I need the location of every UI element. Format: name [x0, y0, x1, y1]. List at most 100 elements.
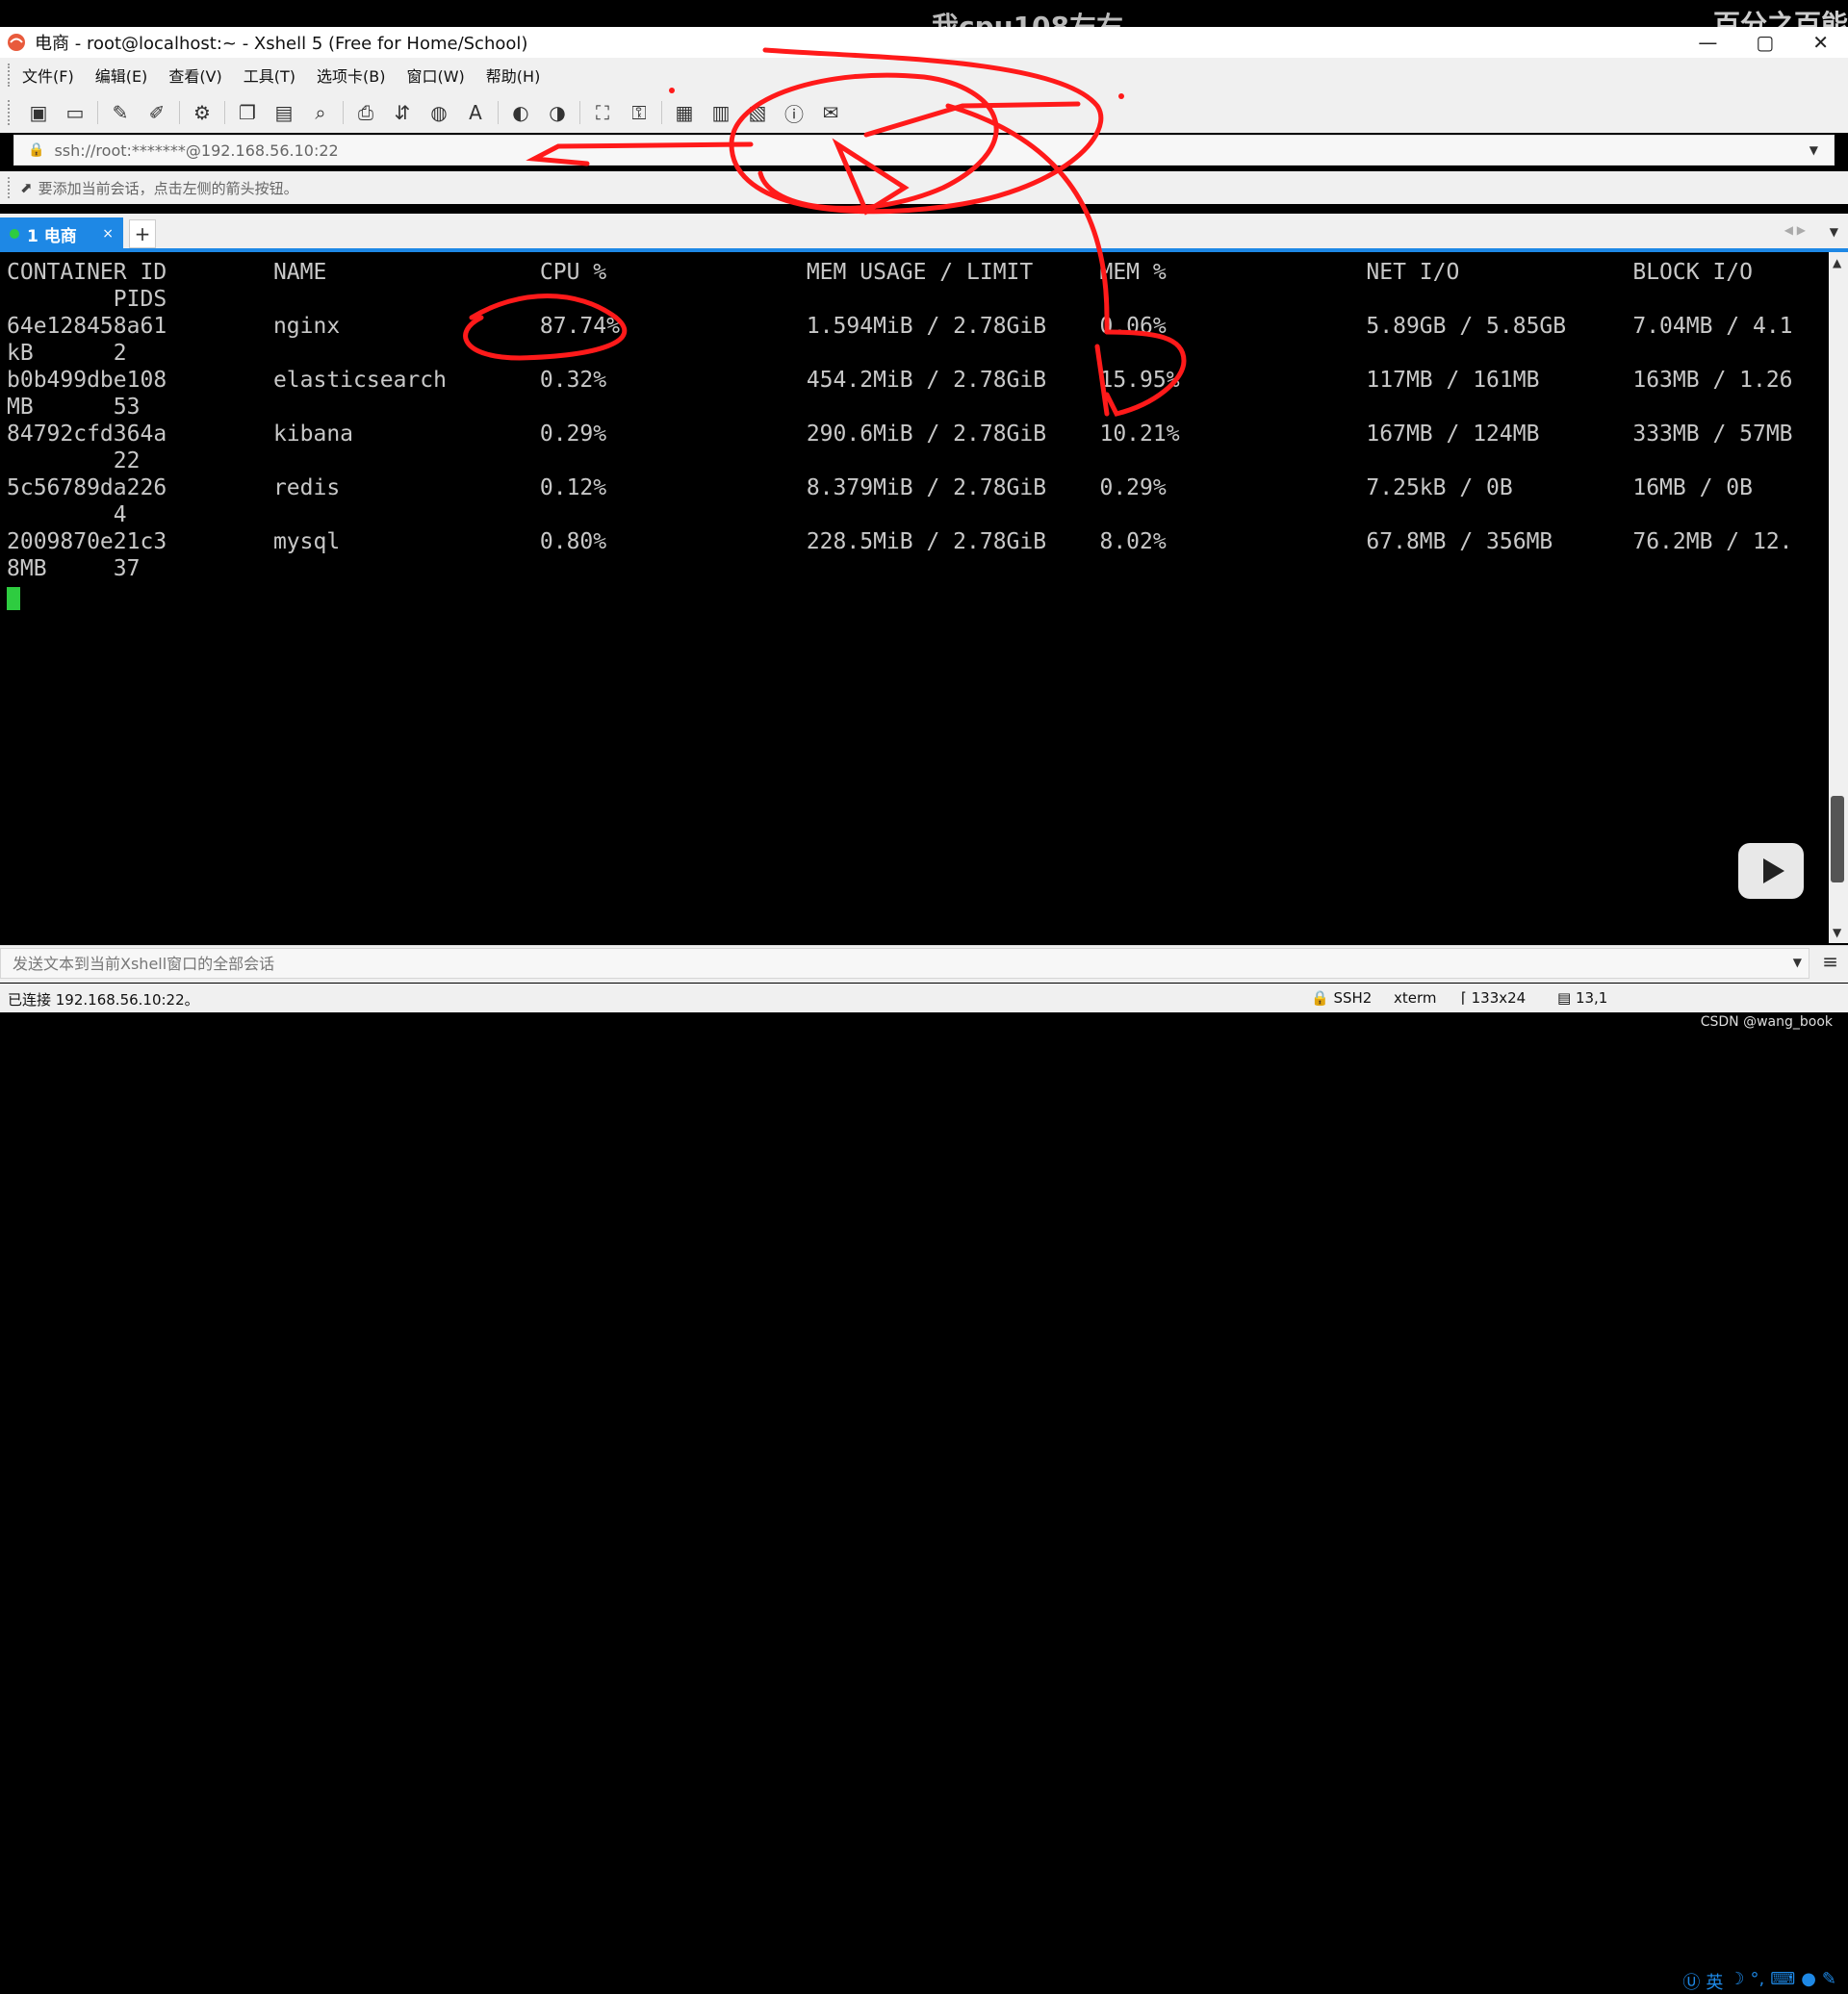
size-label: 133x24 [1471, 989, 1527, 1007]
toolbar-separator [97, 101, 98, 124]
scroll-down-icon[interactable]: ▼ [1833, 926, 1841, 939]
session-hint: 要添加当前会话，点击左侧的箭头按钮。 [38, 179, 298, 197]
cursor-position: ▤ 13,1 [1557, 989, 1607, 1007]
close-button[interactable]: ✕ [1812, 27, 1829, 58]
toolbar-separator [343, 101, 344, 124]
xftp-icon[interactable]: ◐ [508, 100, 533, 125]
toolbar-separator [224, 101, 225, 124]
terminal-line: 84792cfd364a kibana 0.29% 290.6MiB / 2.7… [7, 422, 1793, 447]
user-icon[interactable]: ● [1801, 1969, 1816, 1994]
tab-session-1[interactable]: 1 电商 × [0, 217, 123, 250]
toolbar-separator [498, 101, 499, 124]
send-menu-icon[interactable]: ≡ [1822, 950, 1838, 973]
send-bar: 发送文本到当前Xshell窗口的全部会话 ▼ ≡ [0, 945, 1848, 983]
find-icon[interactable]: ⌕ [308, 100, 333, 125]
terminal-line: PIDS [7, 287, 167, 312]
tile-icon[interactable]: ▧ [745, 100, 770, 125]
tab-scroll-arrows-icon[interactable]: ◀ ▶ [1784, 223, 1806, 237]
terminal-output[interactable]: CONTAINER ID NAME CPU % MEM USAGE / LIMI… [0, 252, 1829, 943]
protocol-lock-icon: 🔒 [1311, 989, 1334, 1007]
protocol-label: SSH2 [1333, 989, 1373, 1007]
font-icon[interactable]: A [463, 100, 488, 125]
ime-language[interactable]: 英 [1706, 1969, 1723, 1994]
session-bar: ⬈ 要添加当前会话，点击左侧的箭头按钮。 [0, 171, 1848, 204]
paste-icon[interactable]: ▤ [271, 100, 296, 125]
disconnect-icon[interactable]: ✐ [144, 100, 169, 125]
menu-window[interactable]: 窗口(W) [406, 64, 464, 87]
toolbar-separator [179, 101, 180, 124]
add-tab-button[interactable]: + [129, 219, 156, 248]
window-controls: — ▢ ✕ [1698, 27, 1848, 58]
print-icon[interactable]: ⎙ [353, 100, 378, 125]
terminal-type: xterm [1394, 989, 1437, 1007]
terminal-line: 5c56789da226 redis 0.12% 8.379MiB / 2.78… [7, 475, 1753, 500]
copy-icon[interactable]: ❐ [235, 100, 260, 125]
window-title: 电商 - root@localhost:~ - Xshell 5 (Free f… [35, 34, 528, 54]
menu-view[interactable]: 查看(V) [168, 64, 221, 87]
address-bar[interactable]: 🔒 ssh://root:*******@192.168.56.10:22 ▼ [13, 135, 1835, 166]
compose-icon[interactable]: ▦ [672, 100, 697, 125]
toolbar: ▣ ▭ ✎ ✐ ⚙ ❐ ▤ ⌕ ⎙ ⇵ ◍ A ◐ ◑ ⛶ ⚿ ▦ ▥ ▧ ⓘ … [0, 92, 1848, 133]
toolbar-separator [579, 101, 580, 124]
tab-menu-chevron-icon[interactable]: ▼ [1830, 225, 1838, 239]
script-icon[interactable]: ◑ [545, 100, 570, 125]
connected-dot-icon [10, 229, 19, 239]
address-value: ssh://root:*******@192.168.56.10:22 [54, 141, 339, 160]
connection-status: 已连接 192.168.56.10:22。 [8, 991, 199, 1009]
tabs-bar: 1 电商 × + ◀ ▶ ▼ [0, 214, 1848, 250]
size-icon: ⌈ [1461, 989, 1472, 1007]
menu-tools[interactable]: 工具(T) [244, 64, 295, 87]
toolbar-separator [661, 101, 662, 124]
chevron-down-icon[interactable]: ▼ [1810, 143, 1818, 157]
toolbar-grip [8, 100, 13, 125]
scroll-thumb[interactable] [1831, 796, 1844, 882]
minimize-button[interactable]: — [1698, 27, 1717, 58]
watermark-text: CSDN @wang_book [1700, 1014, 1833, 1030]
properties-icon[interactable]: ⚙ [190, 100, 215, 125]
terminal-line: CONTAINER ID NAME CPU % MEM USAGE / LIMI… [7, 260, 1753, 285]
new-session-icon[interactable]: ▣ [26, 100, 51, 125]
video-bottom-overlay [0, 1012, 1848, 1039]
tab-label: 1 电商 [27, 226, 77, 246]
layout-icon[interactable]: ▥ [708, 100, 733, 125]
add-session-arrow-icon[interactable]: ⬈ [20, 179, 33, 196]
maximize-button[interactable]: ▢ [1756, 27, 1774, 58]
ime-logo-icon[interactable]: Ⓤ [1682, 1969, 1700, 1994]
open-folder-icon[interactable]: ▭ [63, 100, 88, 125]
fullscreen-icon[interactable]: ⛶ [590, 100, 615, 125]
globe-icon[interactable]: ◍ [426, 100, 451, 125]
terminal-line: kB 2 [7, 341, 127, 366]
lock-icon[interactable]: ⚿ [627, 100, 652, 125]
send-chevron-down-icon[interactable]: ▼ [1793, 956, 1802, 969]
chat-icon[interactable]: ✉ [818, 100, 843, 125]
session-grip [8, 177, 13, 198]
terminal-line: 2009870e21c3 mysql 0.80% 228.5MiB / 2.78… [7, 529, 1793, 554]
menu-edit[interactable]: 编辑(E) [95, 64, 148, 87]
transfer-icon[interactable]: ⇵ [390, 100, 415, 125]
connect-icon[interactable]: ✎ [108, 100, 133, 125]
keyboard-icon[interactable]: ⌨ [1770, 1969, 1795, 1994]
terminal-line: 8MB 37 [7, 556, 141, 581]
menu-help[interactable]: 帮助(H) [486, 64, 541, 87]
menu-bar: 文件(F) 编辑(E) 查看(V) 工具(T) 选项卡(B) 窗口(W) 帮助(… [0, 58, 1848, 92]
punctuation-icon[interactable]: °, [1750, 1969, 1764, 1994]
terminal-scrollbar[interactable]: ▲ ▼ [1829, 252, 1848, 943]
scroll-up-icon[interactable]: ▲ [1833, 256, 1841, 269]
video-top-overlay: 我cpu108左右 百分之百能 [0, 0, 1848, 42]
send-to-all-input[interactable]: 发送文本到当前Xshell窗口的全部会话 [0, 948, 1810, 979]
status-bar: 已连接 192.168.56.10:22。 🔒 SSH2 xterm ⌈ 133… [0, 984, 1848, 1993]
terminal-line: 4 [7, 502, 127, 527]
menu-file[interactable]: 文件(F) [22, 64, 74, 87]
wrench-icon[interactable]: ✎ [1822, 1969, 1836, 1994]
menu-grip [8, 64, 13, 87]
xshell-logo-icon [8, 34, 25, 51]
help-icon[interactable]: ⓘ [782, 100, 807, 126]
terminal-size: ⌈ 133x24 [1461, 989, 1526, 1007]
video-play-icon[interactable] [1738, 843, 1804, 899]
position-icon: ▤ [1557, 989, 1576, 1007]
tab-close-icon[interactable]: × [102, 226, 114, 242]
moon-icon[interactable]: ☽ [1729, 1969, 1744, 1994]
menu-tab[interactable]: 选项卡(B) [317, 64, 385, 87]
title-bar: 电商 - root@localhost:~ - Xshell 5 (Free f… [0, 27, 1848, 58]
lock-icon: 🔒 [28, 142, 45, 158]
